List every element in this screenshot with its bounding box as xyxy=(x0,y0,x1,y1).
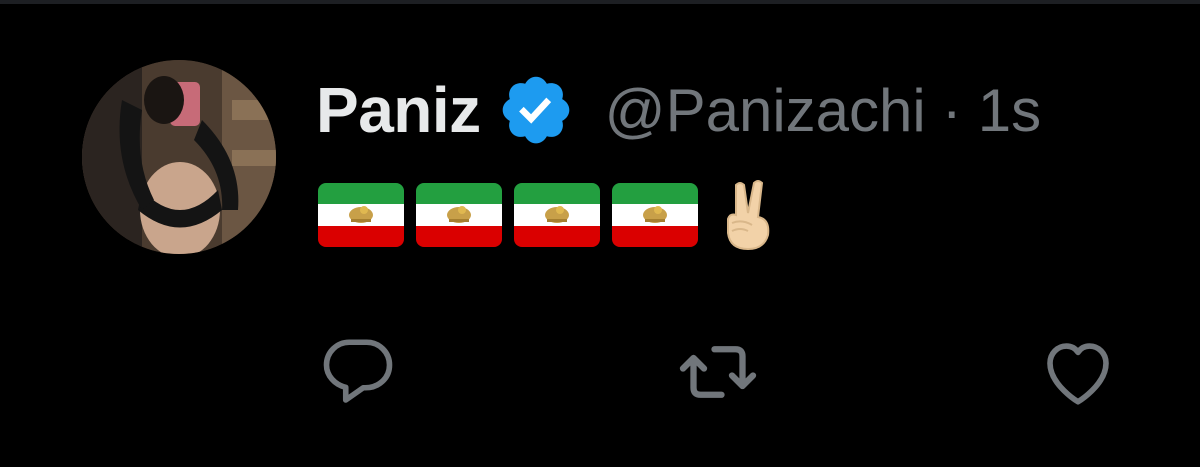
avatar[interactable] xyxy=(82,60,276,254)
victory-hand-icon xyxy=(718,179,780,251)
timestamp[interactable]: 1s xyxy=(978,76,1041,145)
verified-badge-icon xyxy=(497,71,575,149)
iran-flag-icon xyxy=(318,183,404,247)
tweet-card[interactable]: Paniz @Panizachi · 1s xyxy=(0,0,1200,467)
user-handle[interactable]: @Panizachi xyxy=(605,76,926,145)
iran-flag-icon xyxy=(612,183,698,247)
speech-bubble-icon xyxy=(323,339,393,403)
separator-dot: · xyxy=(941,76,962,144)
display-name[interactable]: Paniz xyxy=(316,73,481,147)
iran-flag-icon xyxy=(416,183,502,247)
action-bar xyxy=(0,330,1200,410)
retweet-button[interactable] xyxy=(676,330,760,414)
like-button[interactable] xyxy=(1036,330,1120,414)
reply-button[interactable] xyxy=(316,330,400,414)
tweet-text xyxy=(318,179,780,251)
tweet-header: Paniz @Panizachi · 1s xyxy=(316,70,1041,150)
heart-icon xyxy=(1047,343,1109,405)
iran-flag-icon xyxy=(514,183,600,247)
retweet-arrows-icon xyxy=(679,346,757,398)
avatar-photo xyxy=(82,60,276,254)
